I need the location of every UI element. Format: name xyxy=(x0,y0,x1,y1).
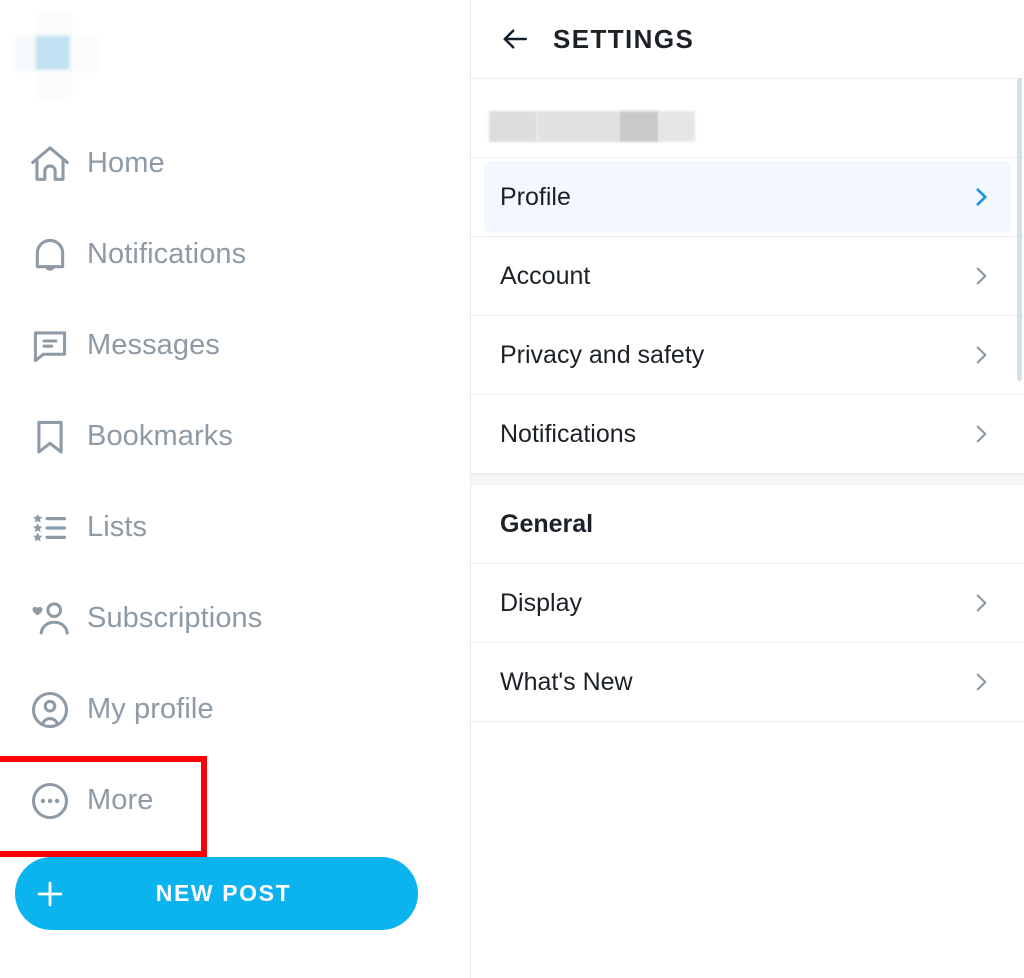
settings-row-whats-new[interactable]: What's New xyxy=(471,643,1024,722)
app-root: Home Notifications Messages Bookmarks Li… xyxy=(0,0,1024,978)
new-post-button[interactable]: NEW POST xyxy=(15,857,418,930)
section-divider xyxy=(471,474,1024,485)
settings-row-label: Notifications xyxy=(500,419,637,448)
sidebar-item-notifications[interactable]: Notifications xyxy=(0,209,471,300)
sidebar-item-label: Lists xyxy=(87,511,148,543)
sidebar-item-my-profile[interactable]: My profile xyxy=(0,664,471,755)
subscriptions-icon xyxy=(27,596,79,642)
section-title: General xyxy=(500,509,594,538)
app-logo-redacted xyxy=(10,8,106,104)
settings-row-privacy-and-safety[interactable]: Privacy and safety xyxy=(471,316,1024,395)
page-title: SETTINGS xyxy=(553,23,695,54)
sidebar-item-more[interactable]: More xyxy=(0,755,471,857)
new-post-label: NEW POST xyxy=(155,880,292,906)
lists-icon xyxy=(27,505,79,551)
arrow-left-icon[interactable] xyxy=(499,23,539,55)
more-ellipsis-icon xyxy=(27,778,79,824)
sidebar-item-home[interactable]: Home xyxy=(0,118,471,209)
settings-row-label: What's New xyxy=(500,667,633,696)
settings-row-label: Profile xyxy=(500,182,571,211)
chevron-right-icon xyxy=(968,342,994,368)
sidebar-item-lists[interactable]: Lists xyxy=(0,482,471,573)
home-icon xyxy=(27,141,79,187)
message-icon xyxy=(27,323,79,369)
sidebar-item-label: More xyxy=(87,784,154,816)
left-sidebar: Home Notifications Messages Bookmarks Li… xyxy=(0,0,471,978)
bell-icon xyxy=(27,232,79,278)
settings-row-profile[interactable]: Profile xyxy=(484,161,1011,233)
settings-row-label: Privacy and safety xyxy=(500,340,705,369)
section-header-general: General xyxy=(471,485,1024,564)
chevron-right-icon xyxy=(968,263,994,289)
settings-row-notifications[interactable]: Notifications xyxy=(471,395,1024,474)
profile-circle-icon xyxy=(27,687,79,733)
chevron-right-icon xyxy=(968,184,994,210)
panel-header: SETTINGS xyxy=(471,0,1024,79)
sidebar-nav: Home Notifications Messages Bookmarks Li… xyxy=(0,118,471,857)
panel-scrollbar-thumb[interactable] xyxy=(1017,78,1022,381)
sidebar-item-label: Home xyxy=(87,147,165,179)
sidebar-item-label: Bookmarks xyxy=(87,420,233,452)
chevron-right-icon xyxy=(968,590,994,616)
sidebar-item-label: Subscriptions xyxy=(87,602,263,634)
sidebar-item-subscriptions[interactable]: Subscriptions xyxy=(0,573,471,664)
settings-row-display[interactable]: Display xyxy=(471,564,1024,643)
account-name-redacted-row xyxy=(471,79,1024,158)
chevron-right-icon xyxy=(968,669,994,695)
chevron-right-icon xyxy=(968,421,994,447)
sidebar-item-messages[interactable]: Messages xyxy=(0,300,471,391)
settings-row-label: Account xyxy=(500,261,591,290)
settings-row-label: Display xyxy=(500,588,582,617)
plus-icon xyxy=(15,876,85,912)
sidebar-item-label: My profile xyxy=(87,693,214,725)
settings-row-account[interactable]: Account xyxy=(471,237,1024,316)
sidebar-item-label: Messages xyxy=(87,329,220,361)
sidebar-item-label: Notifications xyxy=(87,238,247,270)
settings-row-profile-wrapper: Profile xyxy=(471,158,1024,237)
sidebar-item-bookmarks[interactable]: Bookmarks xyxy=(0,391,471,482)
bookmark-icon xyxy=(27,414,79,460)
settings-panel: SETTINGS Profile Account Privacy and saf… xyxy=(471,0,1024,978)
